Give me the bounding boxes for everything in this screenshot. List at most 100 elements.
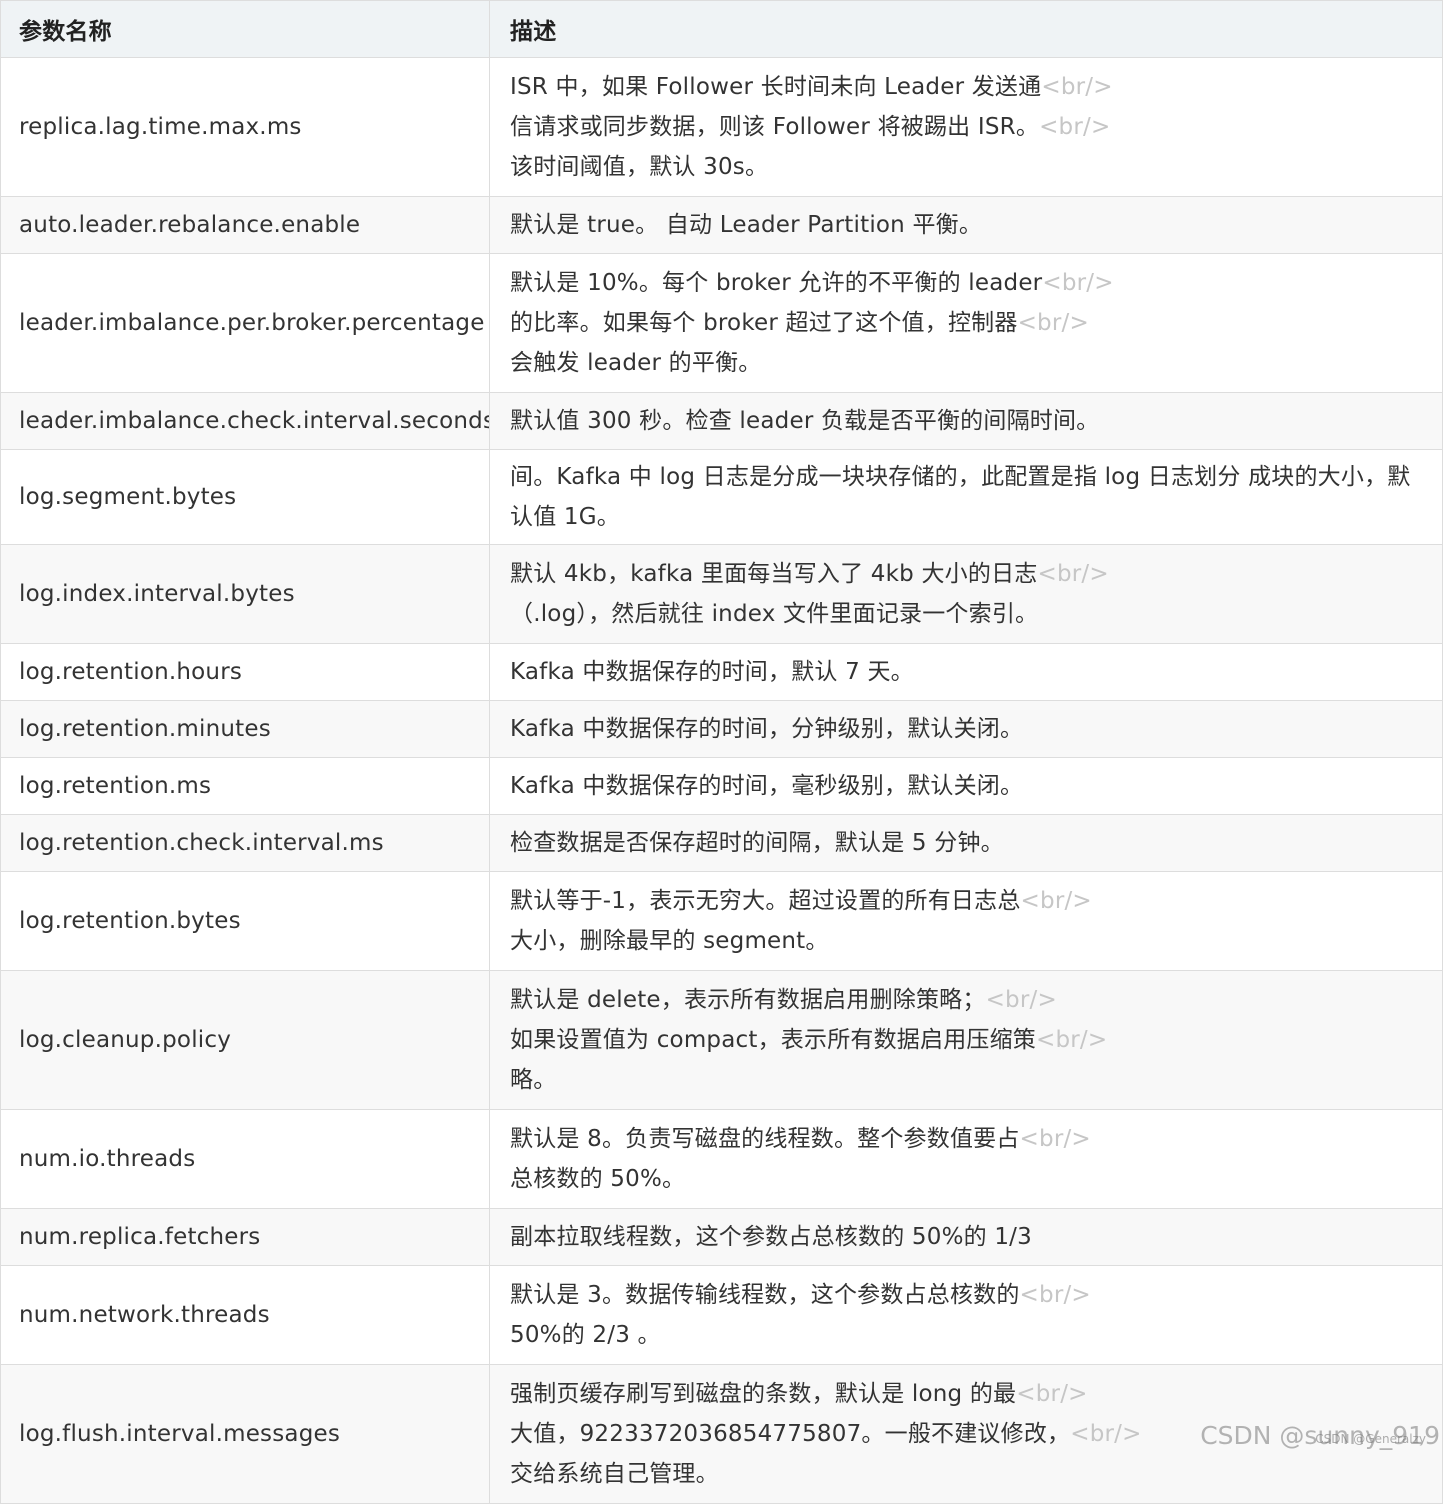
table-row: auto.leader.rebalance.enable 默认是 true。 自动… bbox=[0, 196, 1443, 254]
description-text: 交给系统自己管理。 bbox=[510, 1461, 719, 1487]
param-name-cell: log.retention.bytes bbox=[0, 871, 490, 971]
description-text: Kafka 中数据保存的时间，默认 7 天。 bbox=[510, 659, 914, 685]
description-text: 该时间阈值，默认 30s。 bbox=[510, 154, 769, 180]
description-line: Kafka 中数据保存的时间，毫秒级别，默认关闭。 bbox=[510, 766, 1422, 806]
description-line: 该时间阈值，默认 30s。 bbox=[510, 147, 1422, 187]
description-cell: Kafka 中数据保存的时间，默认 7 天。 bbox=[489, 643, 1443, 701]
description-cell: 默认是 8。负责写磁盘的线程数。整个参数值要占<br/> 总核数的 50%。 bbox=[489, 1109, 1443, 1209]
table-row: log.index.interval.bytes 默认 4kb，kafka 里面每… bbox=[0, 544, 1443, 644]
description-text: 会触发 leader 的平衡。 bbox=[510, 350, 762, 376]
description-line: 交给系统自己管理。 bbox=[510, 1454, 1422, 1494]
table-row: log.retention.bytes 默认等于-1，表示无穷大。超过设置的所有日… bbox=[0, 871, 1443, 971]
br-tag-text: <br/> bbox=[1020, 888, 1092, 914]
param-name-cell: log.retention.minutes bbox=[0, 700, 490, 758]
param-name-cell: num.replica.fetchers bbox=[0, 1208, 490, 1266]
description-cell: 默认是 delete，表示所有数据启用删除策略；<br/> 如果设置值为 comp… bbox=[489, 970, 1443, 1110]
param-name-cell: log.flush.interval.messages bbox=[0, 1364, 490, 1504]
br-tag-text: <br/> bbox=[1042, 270, 1114, 296]
description-cell: 默认是 true。 自动 Leader Partition 平衡。 bbox=[489, 196, 1443, 254]
description-text: 默认是 true。 自动 Leader Partition 平衡。 bbox=[510, 212, 983, 238]
description-cell: 默认是 3。数据传输线程数，这个参数占总核数的<br/> 50%的 2/3 。 bbox=[489, 1265, 1443, 1365]
param-name-cell: num.network.threads bbox=[0, 1265, 490, 1365]
br-tag-text: <br/> bbox=[1037, 561, 1109, 587]
description-line: 默认是 8。负责写磁盘的线程数。整个参数值要占<br/> bbox=[510, 1119, 1422, 1159]
description-line: Kafka 中数据保存的时间，分钟级别，默认关闭。 bbox=[510, 709, 1422, 749]
description-text: 信请求或同步数据，则该 Follower 将被踢出 ISR。 bbox=[510, 114, 1040, 140]
description-cell: 副本拉取线程数，这个参数占总核数的 50%的 1/3 bbox=[489, 1208, 1443, 1266]
description-line: 略。 bbox=[510, 1060, 1422, 1100]
description-line: 会触发 leader 的平衡。 bbox=[510, 343, 1422, 383]
description-cell: 检查数据是否保存超时的间隔，默认是 5 分钟。 bbox=[489, 814, 1443, 872]
description-cell: Kafka 中数据保存的时间，毫秒级别，默认关闭。 bbox=[489, 757, 1443, 815]
description-cell: Kafka 中数据保存的时间，分钟级别，默认关闭。 bbox=[489, 700, 1443, 758]
description-cell: 间。Kafka 中 log 日志是分成一块块存储的，此配置是指 log 日志划分… bbox=[489, 449, 1443, 545]
param-name-cell: log.index.interval.bytes bbox=[0, 544, 490, 644]
description-line: （.log），然后就往 index 文件里面记录一个索引。 bbox=[510, 594, 1422, 634]
description-line: 检查数据是否保存超时的间隔，默认是 5 分钟。 bbox=[510, 823, 1422, 863]
description-text: 默认是 delete，表示所有数据启用删除策略； bbox=[510, 987, 986, 1013]
description-text: 默认值 300 秒。检查 leader 负载是否平衡的间隔时间。 bbox=[510, 408, 1100, 434]
br-tag-text: <br/> bbox=[1019, 1126, 1091, 1152]
table-row: num.network.threads 默认是 3。数据传输线程数，这个参数占总核… bbox=[0, 1265, 1443, 1365]
param-name-cell: log.retention.ms bbox=[0, 757, 490, 815]
description-line: 副本拉取线程数，这个参数占总核数的 50%的 1/3 bbox=[510, 1217, 1422, 1257]
br-tag-text: <br/> bbox=[1041, 74, 1113, 100]
description-text: Kafka 中数据保存的时间，毫秒级别，默认关闭。 bbox=[510, 773, 1024, 799]
param-name-cell: leader.imbalance.check.interval.seconds bbox=[0, 392, 490, 450]
table-row: log.retention.check.interval.ms 检查数据是否保存超… bbox=[0, 814, 1443, 872]
description-text: 略。 bbox=[510, 1067, 557, 1093]
description-cell: 默认值 300 秒。检查 leader 负载是否平衡的间隔时间。 bbox=[489, 392, 1443, 450]
table-row: log.retention.hours Kafka 中数据保存的时间，默认 7 天… bbox=[0, 643, 1443, 701]
description-text: 检查数据是否保存超时的间隔，默认是 5 分钟。 bbox=[510, 830, 1004, 856]
description-text: 大小，删除最早的 segment。 bbox=[510, 928, 829, 954]
description-line: 默认值 300 秒。检查 leader 负载是否平衡的间隔时间。 bbox=[510, 401, 1422, 441]
br-tag-text: <br/> bbox=[1036, 1027, 1108, 1053]
description-line: 默认 4kb，kafka 里面每当写入了 4kb 大小的日志<br/> bbox=[510, 554, 1422, 594]
table-row: log.cleanup.policy 默认是 delete，表示所有数据启用删除策… bbox=[0, 970, 1443, 1110]
description-cell: ISR 中，如果 Follower 长时间未向 Leader 发送通<br/> 信… bbox=[489, 57, 1443, 197]
description-text: （.log），然后就往 index 文件里面记录一个索引。 bbox=[510, 601, 1039, 627]
description-line: 默认是 10%。每个 broker 允许的不平衡的 leader<br/> bbox=[510, 263, 1422, 303]
br-tag-text: <br/> bbox=[1017, 310, 1089, 336]
table-row: log.retention.ms Kafka 中数据保存的时间，毫秒级别，默认关闭… bbox=[0, 757, 1443, 815]
column-header-description: 描述 bbox=[489, 0, 1443, 58]
br-tag-text: <br/> bbox=[985, 987, 1057, 1013]
description-line: 默认是 true。 自动 Leader Partition 平衡。 bbox=[510, 205, 1422, 245]
description-cell: 默认是 10%。每个 broker 允许的不平衡的 leader<br/> 的比率… bbox=[489, 253, 1443, 393]
param-name-cell: replica.lag.time.max.ms bbox=[0, 57, 490, 197]
description-line: 间。Kafka 中 log 日志是分成一块块存储的，此配置是指 log 日志划分… bbox=[510, 457, 1422, 537]
header-row: 参数名称 描述 bbox=[0, 0, 1443, 58]
description-line: Kafka 中数据保存的时间，默认 7 天。 bbox=[510, 652, 1422, 692]
param-name-cell: num.io.threads bbox=[0, 1109, 490, 1209]
br-tag-text: <br/> bbox=[1039, 114, 1111, 140]
table-row: num.replica.fetchers 副本拉取线程数，这个参数占总核数的 50… bbox=[0, 1208, 1443, 1266]
watermark: CSDN @sunny_919 CSDN @Generalzy bbox=[1200, 1421, 1440, 1450]
column-header-name: 参数名称 bbox=[0, 0, 490, 58]
description-line: 默认是 delete，表示所有数据启用删除策略；<br/> bbox=[510, 980, 1422, 1020]
description-text: 大值，9223372036854775807。一般不建议修改， bbox=[510, 1421, 1071, 1447]
description-cell: 默认 4kb，kafka 里面每当写入了 4kb 大小的日志<br/> （.log… bbox=[489, 544, 1443, 644]
description-line: 大小，删除最早的 segment。 bbox=[510, 921, 1422, 961]
param-name-cell: log.retention.check.interval.ms bbox=[0, 814, 490, 872]
description-line: 强制页缓存刷写到磁盘的条数，默认是 long 的最<br/> bbox=[510, 1374, 1422, 1414]
description-text: 默认等于-1，表示无穷大。超过设置的所有日志总 bbox=[510, 888, 1021, 914]
table-row: leader.imbalance.check.interval.seconds 默… bbox=[0, 392, 1443, 450]
description-line: 默认等于-1，表示无穷大。超过设置的所有日志总<br/> bbox=[510, 881, 1422, 921]
watermark-small-text: CSDN @Generalzy bbox=[1315, 1432, 1426, 1446]
description-text: 默认是 10%。每个 broker 允许的不平衡的 leader bbox=[510, 270, 1043, 296]
description-text: 50%的 2/3 。 bbox=[510, 1322, 661, 1348]
table-row: log.retention.minutes Kafka 中数据保存的时间，分钟级别… bbox=[0, 700, 1443, 758]
table-row: leader.imbalance.per.broker.percentage 默认… bbox=[0, 253, 1443, 393]
description-text: ISR 中，如果 Follower 长时间未向 Leader 发送通 bbox=[510, 74, 1042, 100]
description-text: 默认 4kb，kafka 里面每当写入了 4kb 大小的日志 bbox=[510, 561, 1038, 587]
description-text: 总核数的 50%。 bbox=[510, 1166, 686, 1192]
description-text: Kafka 中数据保存的时间，分钟级别，默认关闭。 bbox=[510, 716, 1024, 742]
description-text: 默认是 3。数据传输线程数，这个参数占总核数的 bbox=[510, 1282, 1020, 1308]
param-name-cell: log.retention.hours bbox=[0, 643, 490, 701]
description-line: 总核数的 50%。 bbox=[510, 1159, 1422, 1199]
description-line: 信请求或同步数据，则该 Follower 将被踢出 ISR。<br/> bbox=[510, 107, 1422, 147]
br-tag-text: <br/> bbox=[1070, 1421, 1142, 1447]
table-row: log.segment.bytes 间。Kafka 中 log 日志是分成一块块存… bbox=[0, 449, 1443, 545]
br-tag-text: <br/> bbox=[1019, 1282, 1091, 1308]
param-name-cell: auto.leader.rebalance.enable bbox=[0, 196, 490, 254]
